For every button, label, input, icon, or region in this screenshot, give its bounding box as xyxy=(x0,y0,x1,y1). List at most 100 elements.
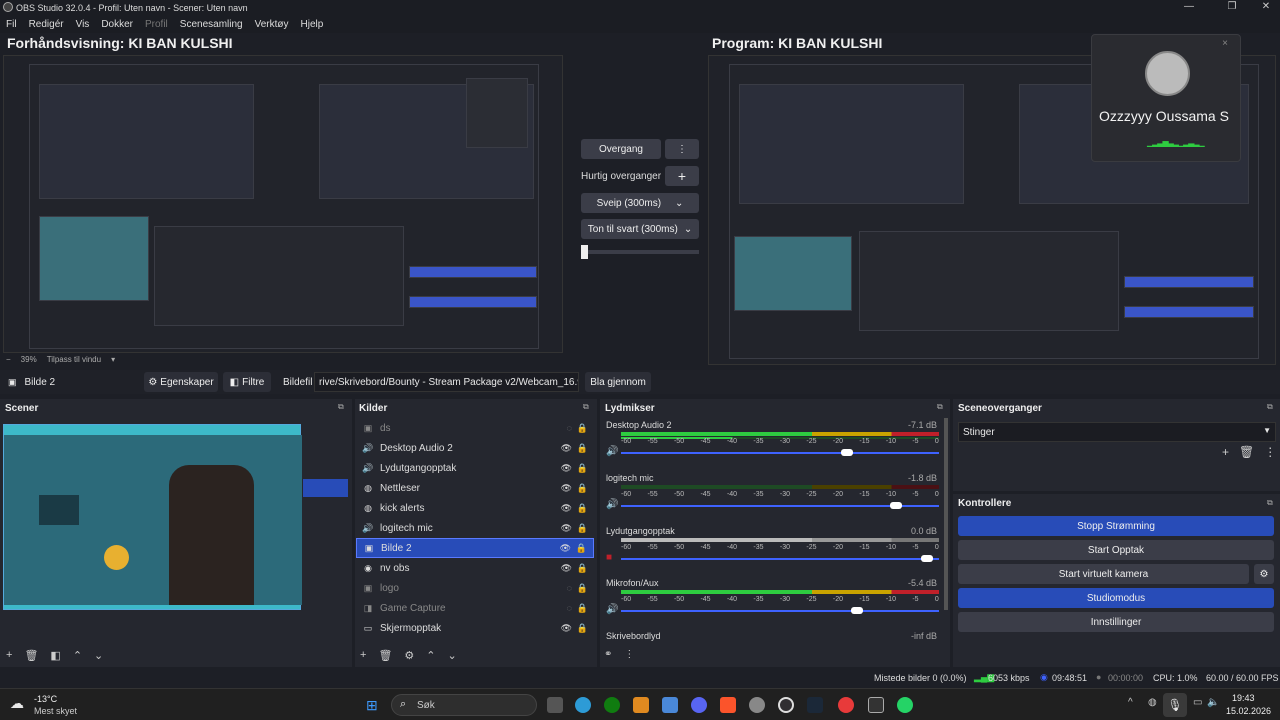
menu-docks[interactable]: Dokker xyxy=(101,19,133,30)
menu-tools[interactable]: Verktøy xyxy=(255,19,289,30)
more-icon[interactable]: ⋮ xyxy=(624,649,634,660)
zoom-out-button[interactable]: − xyxy=(6,355,11,364)
dock-undock-icon[interactable]: ⧉ xyxy=(937,402,943,412)
store-icon[interactable] xyxy=(662,697,678,713)
app-icon[interactable] xyxy=(633,697,649,713)
link-icon[interactable]: ⚭ xyxy=(604,649,612,660)
add-scene-icon[interactable]: + xyxy=(6,649,12,662)
dock-undock-icon[interactable]: ⧉ xyxy=(1267,402,1273,412)
swipe-transition-button[interactable]: Sveip (300ms) ⌄ xyxy=(581,193,699,213)
microphone-icon[interactable]: 🎙 xyxy=(1163,693,1187,717)
trash-icon[interactable]: 🗑 xyxy=(24,649,38,662)
obs-taskbar-icon[interactable] xyxy=(778,697,794,713)
eye-hidden-icon[interactable]: ◌ xyxy=(567,603,572,613)
dock-undock-icon[interactable]: ⧉ xyxy=(583,402,589,412)
chevron-down-icon[interactable]: ⌄ xyxy=(448,649,457,662)
menu-scene-collection[interactable]: Scenesamling xyxy=(180,19,243,30)
brave-icon[interactable] xyxy=(720,697,736,713)
dock-undock-icon[interactable]: ⧉ xyxy=(338,402,344,412)
start-recording-button[interactable]: Start Opptak xyxy=(958,540,1274,560)
lock-icon[interactable]: 🔒 xyxy=(577,523,588,534)
chevron-down-icon[interactable]: ▾ xyxy=(111,355,115,364)
speaker-icon[interactable]: 🔊 xyxy=(606,499,618,510)
whatsapp-icon[interactable] xyxy=(897,697,913,713)
eye-icon[interactable]: 👁 xyxy=(561,463,572,474)
menu-file[interactable]: Fil xyxy=(6,19,17,30)
tray-icon[interactable]: ◍ xyxy=(1148,697,1157,708)
edge-icon[interactable] xyxy=(575,697,591,713)
transition-button[interactable]: Overgang xyxy=(581,139,661,159)
eye-icon[interactable]: 👁 xyxy=(561,483,572,494)
eye-icon[interactable]: 👁 xyxy=(561,523,572,534)
chevron-down-icon[interactable]: ⌄ xyxy=(94,649,103,662)
source-item[interactable]: ▣ ds ◌ 🔒 xyxy=(356,418,594,438)
more-icon[interactable]: ⋮ xyxy=(1264,445,1276,459)
source-item-selected[interactable]: ▣ Bilde 2 👁 🔒 xyxy=(356,538,594,558)
lock-icon[interactable]: 🔒 xyxy=(577,563,588,574)
source-item[interactable]: ◍ kick alerts 👁 🔒 xyxy=(356,498,594,518)
fade-black-transition-button[interactable]: Ton til svart (300ms) ⌄ xyxy=(581,219,699,239)
popup-close-icon[interactable]: × xyxy=(1222,38,1228,49)
network-icon[interactable]: ▭ xyxy=(1193,697,1202,708)
source-item[interactable]: ◉ nv obs 👁 🔒 xyxy=(356,558,594,578)
volume-slider[interactable] xyxy=(621,502,939,509)
lock-icon[interactable]: 🔒 xyxy=(577,443,588,454)
muted-speaker-icon[interactable]: ■ xyxy=(606,552,612,563)
filters-button[interactable]: ◧ Filtre xyxy=(223,372,271,392)
file-path-field[interactable]: rive/Skrivebord/Bounty - Stream Package … xyxy=(314,372,579,392)
trash-icon[interactable]: 🗑 xyxy=(1239,445,1254,459)
menu-profile[interactable]: Profil xyxy=(145,19,168,30)
trash-icon[interactable]: 🗑 xyxy=(378,649,392,662)
epic-games-icon[interactable] xyxy=(868,697,884,713)
steam-icon[interactable] xyxy=(807,697,823,713)
dock-undock-icon[interactable]: ⧉ xyxy=(1267,498,1273,508)
xbox-icon[interactable] xyxy=(604,697,620,713)
settings-button[interactable]: Innstillinger xyxy=(958,612,1274,632)
add-transition-icon[interactable]: + xyxy=(1222,445,1229,459)
source-item[interactable]: ▭ Skjermopptak 👁 🔒 xyxy=(356,618,594,638)
transition-more-icon[interactable]: ⋮ xyxy=(665,139,699,159)
discord-icon[interactable] xyxy=(691,697,707,713)
eye-icon[interactable]: 👁 xyxy=(561,443,572,454)
studio-mode-button[interactable]: Studiomodus xyxy=(958,588,1274,608)
preview-canvas[interactable] xyxy=(3,55,563,353)
chevron-up-icon[interactable]: ⌃ xyxy=(426,649,435,662)
windows-start-icon[interactable]: ⊞ xyxy=(366,697,378,714)
volume-slider[interactable] xyxy=(621,555,939,562)
source-item[interactable]: 🔊 Lydutgangopptak 👁 🔒 xyxy=(356,458,594,478)
settings-app-icon[interactable] xyxy=(749,697,765,713)
tbar-slider[interactable] xyxy=(581,245,699,259)
volume-slider[interactable] xyxy=(621,449,939,456)
add-source-icon[interactable]: + xyxy=(360,649,366,662)
lock-icon[interactable]: 🔒 xyxy=(577,623,588,634)
close-button[interactable]: ✕ xyxy=(1252,0,1280,15)
volume-icon[interactable]: 🔈 xyxy=(1207,697,1219,708)
stop-streaming-button[interactable]: Stopp Strømming xyxy=(958,516,1274,536)
menu-help[interactable]: Hjelp xyxy=(301,19,324,30)
maximize-button[interactable]: ❐ xyxy=(1218,0,1246,15)
speaker-icon[interactable]: 🔊 xyxy=(606,604,618,615)
eye-icon[interactable]: 👁 xyxy=(561,503,572,514)
menu-edit[interactable]: Redigér xyxy=(29,19,64,30)
browse-button[interactable]: Bla gjennom xyxy=(585,372,651,392)
eye-hidden-icon[interactable]: ◌ xyxy=(567,423,572,433)
source-item[interactable]: 🔊 Desktop Audio 2 👁 🔒 xyxy=(356,438,594,458)
minimize-button[interactable]: — xyxy=(1175,0,1203,15)
source-item[interactable]: ◍ Nettleser 👁 🔒 xyxy=(356,478,594,498)
start-virtual-camera-button[interactable]: Start virtuelt kamera xyxy=(958,564,1249,584)
taskbar-search[interactable]: ⌕ Søk xyxy=(391,694,537,716)
menu-view[interactable]: Vis xyxy=(76,19,90,30)
eye-icon[interactable]: 👁 xyxy=(561,623,572,634)
eye-icon[interactable]: 👁 xyxy=(560,543,571,554)
eye-icon[interactable]: 👁 xyxy=(561,563,572,574)
task-view-icon[interactable] xyxy=(547,697,563,713)
lock-icon[interactable]: 🔒 xyxy=(577,603,588,614)
mixer-scrollbar[interactable] xyxy=(944,418,948,610)
lock-icon[interactable]: 🔒 xyxy=(577,583,588,594)
chevron-up-icon[interactable]: ^ xyxy=(1128,697,1133,708)
fit-to-window-button[interactable]: Tilpass til vindu xyxy=(47,355,101,364)
add-quick-transition-icon[interactable]: + xyxy=(665,166,699,186)
source-item[interactable]: 🔊 logitech mic 👁 🔒 xyxy=(356,518,594,538)
properties-button[interactable]: ⚙ Egenskaper xyxy=(144,372,218,392)
gear-icon[interactable]: ⚙ xyxy=(1254,564,1274,584)
